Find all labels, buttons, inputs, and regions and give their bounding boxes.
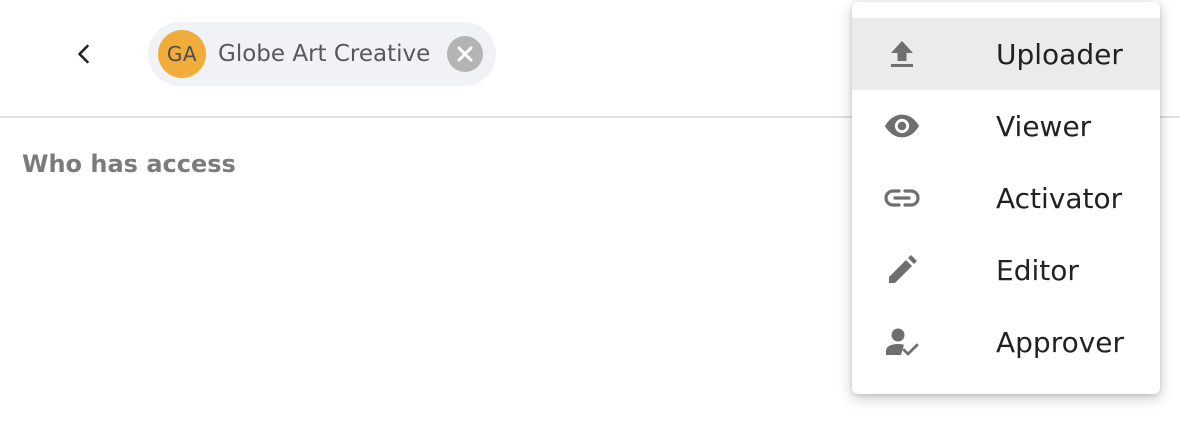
avatar: GA [158,30,206,78]
link-icon [884,180,920,216]
section-title: Who has access [22,150,236,178]
menu-item-viewer[interactable]: Viewer [852,90,1160,162]
menu-item-label: Uploader [996,37,1123,71]
close-icon [457,46,473,62]
menu-item-label: Viewer [996,109,1092,143]
menu-item-label: Editor [996,253,1079,287]
menu-item-label: Activator [996,181,1123,215]
menu-item-approver[interactable]: Approver [852,306,1160,378]
chevron-left-icon [78,44,89,64]
remove-recipient-button[interactable] [447,36,483,72]
upload-icon [884,36,920,72]
menu-item-editor[interactable]: Editor [852,234,1160,306]
menu-item-uploader[interactable]: Uploader [852,18,1160,90]
menu-item-activator[interactable]: Activator [852,162,1160,234]
pencil-icon [884,252,920,288]
back-button[interactable] [62,32,106,76]
person-check-icon [884,324,920,360]
recipient-name: Globe Art Creative [218,41,431,67]
recipient-chip[interactable]: GA Globe Art Creative [148,22,496,86]
eye-icon [884,108,920,144]
role-dropdown-menu: Uploader Viewer Activator Editor Approve… [852,2,1160,394]
menu-item-label: Approver [996,325,1125,359]
share-access-panel: GA Globe Art Creative Who has access Upl… [0,0,1180,428]
